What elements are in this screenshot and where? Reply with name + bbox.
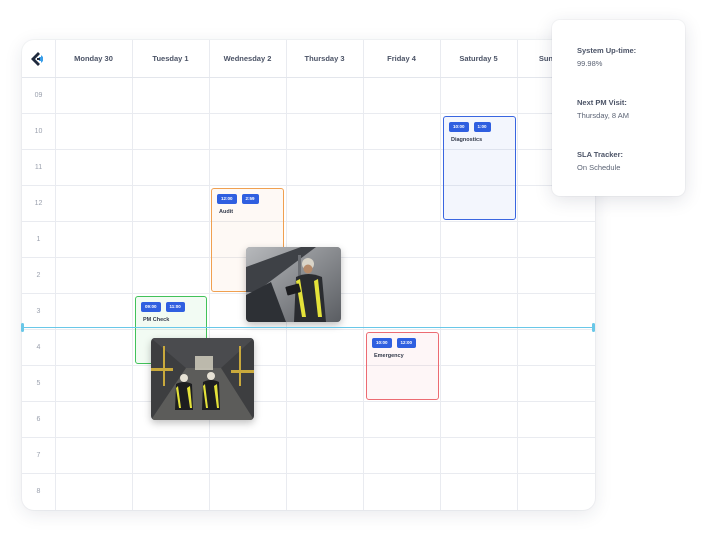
grid-line — [517, 40, 518, 510]
grid-line — [132, 40, 133, 510]
hour-label: 10 — [34, 128, 43, 135]
stat-value: On Schedule — [577, 163, 621, 172]
stat-label: System Up-time: — [577, 46, 637, 55]
hour-label: 3 — [36, 308, 41, 315]
grid-line — [440, 40, 441, 510]
workers-image — [151, 338, 254, 420]
stat-label: SLA Tracker: — [577, 150, 623, 159]
hour-label: 4 — [36, 344, 41, 351]
grid-line — [209, 40, 210, 510]
technician-image — [246, 247, 341, 322]
event-start-time: 12:00 — [217, 194, 237, 204]
hour-label: 1 — [36, 236, 41, 243]
stat-value: Thursday, 8 AM — [577, 111, 629, 120]
grid-line — [22, 329, 595, 330]
event-end-time: 1:00 — [473, 122, 491, 132]
grid-line — [363, 40, 364, 510]
day-header-thursday[interactable]: Thursday 3 — [286, 40, 363, 77]
hour-label: 11 — [34, 164, 43, 171]
stat-uptime: System Up-time: 99.98% — [577, 46, 636, 68]
event-end-time: 11:00 — [165, 302, 185, 312]
grid-line — [22, 365, 595, 366]
day-header-saturday[interactable]: Saturday 5 — [440, 40, 517, 77]
grid-line — [22, 473, 595, 474]
grid-line — [22, 113, 595, 114]
grid-line — [55, 40, 56, 510]
day-header-tuesday[interactable]: Tuesday 1 — [132, 40, 209, 77]
stats-card: System Up-time: 99.98% Next PM Visit: Th… — [552, 20, 685, 196]
grid-line — [22, 437, 595, 438]
event-end-time: 2:59 — [241, 194, 259, 204]
event-end-time: 12:00 — [396, 338, 417, 348]
hour-label: 09 — [34, 92, 43, 99]
stat-next-pm: Next PM Visit: Thursday, 8 AM — [577, 98, 629, 120]
day-header-monday[interactable]: Monday 30 — [55, 40, 132, 77]
hour-label: 12 — [34, 200, 43, 207]
day-header-wednesday[interactable]: Wednesday 2 — [209, 40, 286, 77]
grid-line — [22, 221, 595, 222]
event-start-time: 10:00 — [372, 338, 392, 348]
hour-label: 2 — [36, 272, 41, 279]
hour-label: 8 — [36, 488, 41, 495]
event-title: Emergency — [374, 353, 404, 359]
stat-label: Next PM Visit: — [577, 98, 627, 107]
event-start-time: 09:00 — [141, 302, 161, 312]
stat-value: 99.98% — [577, 59, 603, 68]
event-title: Diagnostics — [451, 137, 483, 143]
workers-photo — [151, 338, 254, 420]
technician-photo — [246, 247, 341, 322]
hour-label: 5 — [36, 380, 41, 387]
hour-label: 6 — [36, 416, 41, 423]
current-time-handle-right[interactable] — [592, 323, 595, 332]
event-emergency[interactable]: 10:00 12:00 Emergency — [366, 332, 439, 400]
event-diagnostics[interactable]: 10:00 1:00 Diagnostics — [443, 116, 516, 220]
stat-sla: SLA Tracker: On Schedule — [577, 150, 623, 172]
current-time-line — [22, 327, 595, 329]
event-title: PM Check — [143, 317, 170, 323]
grid-line — [22, 401, 595, 402]
brand-logo-icon[interactable] — [30, 51, 46, 67]
day-header-friday[interactable]: Friday 4 — [363, 40, 440, 77]
current-time-handle-left[interactable] — [21, 323, 24, 332]
event-title: Audit — [219, 209, 234, 215]
event-start-time: 10:00 — [449, 122, 469, 132]
header-divider — [22, 77, 595, 78]
hour-label: 7 — [36, 452, 41, 459]
